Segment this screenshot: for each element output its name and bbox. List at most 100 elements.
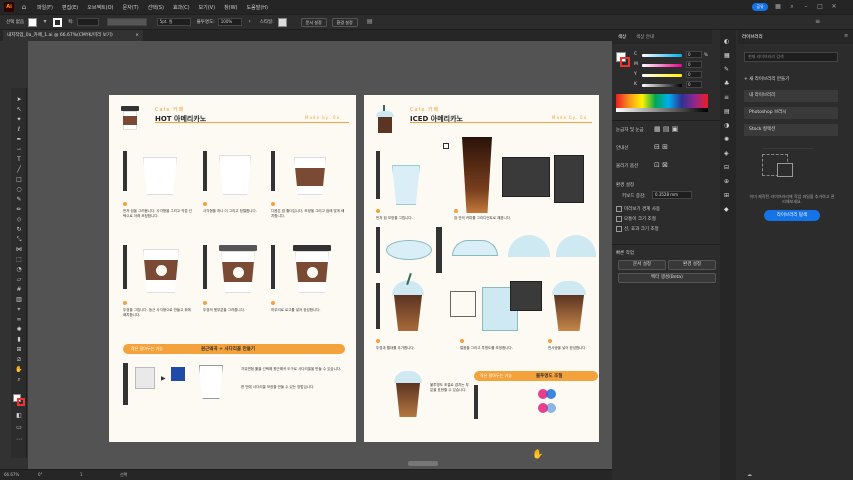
new-library-link[interactable]: + 새 라이브러리 만들기: [744, 76, 789, 82]
preferences-button[interactable]: 환경 설정: [668, 260, 716, 270]
channel-c-slider[interactable]: [642, 54, 682, 57]
draw-mode-icon[interactable]: ◧: [15, 412, 23, 420]
home-icon[interactable]: ⌂: [19, 2, 29, 12]
lasso-tool-icon[interactable]: ℓ: [15, 126, 23, 134]
menu-object[interactable]: 오브젝트(O): [87, 4, 113, 11]
free-transform-tool-icon[interactable]: ⬚: [15, 256, 23, 264]
perspective-tool-icon[interactable]: ▱: [15, 276, 23, 284]
close-tab-icon[interactable]: ×: [135, 30, 139, 41]
stroke-color-icon[interactable]: [17, 398, 25, 406]
menu-window[interactable]: 창(W): [224, 4, 237, 11]
transform-icon[interactable]: ⊞: [724, 192, 729, 199]
slice-tool-icon[interactable]: ⧄: [15, 356, 23, 364]
scale-tool-icon[interactable]: ⤡: [15, 236, 23, 244]
zoom-tool-icon[interactable]: ⌕: [15, 376, 23, 384]
chevron-right-icon[interactable]: ›: [246, 18, 254, 26]
preferences-button[interactable]: 환경 설정: [331, 17, 358, 27]
workspace-icon[interactable]: ▦: [773, 2, 783, 12]
library-item-stock[interactable]: Stock 컬렉션: [744, 124, 838, 136]
tab-color-guide[interactable]: 색상 안내: [636, 34, 654, 40]
eyedropper-tool-icon[interactable]: ⌖: [15, 306, 23, 314]
stroke-swatch[interactable]: [53, 17, 62, 27]
mesh-tool-icon[interactable]: #: [15, 286, 23, 294]
pencil-tool-icon[interactable]: ✏: [15, 206, 23, 214]
menu-help[interactable]: 도움말(H): [247, 4, 268, 11]
align-icon[interactable]: ⊟: [724, 164, 729, 171]
type-tool-icon[interactable]: T: [15, 156, 23, 164]
minimize-icon[interactable]: –: [801, 2, 811, 12]
menu-edit[interactable]: 편집(E): [62, 4, 78, 11]
menu-file[interactable]: 파일(F): [37, 4, 53, 11]
scale-corners-checkbox[interactable]: [616, 216, 622, 222]
symbols-icon[interactable]: ♣: [724, 80, 729, 87]
doc-setup-button[interactable]: 문서 설정: [300, 17, 327, 27]
gradient-icon[interactable]: ▤: [724, 108, 730, 115]
channel-y-value[interactable]: 0: [686, 71, 702, 78]
close-icon[interactable]: ✕: [829, 2, 839, 12]
gradient-tool-icon[interactable]: ▥: [15, 296, 23, 304]
channel-k-value[interactable]: 0: [686, 81, 702, 88]
rotation-angle[interactable]: 0°: [38, 470, 43, 480]
menu-view[interactable]: 보기(V): [199, 4, 216, 11]
channel-k-slider[interactable]: [642, 84, 682, 87]
keyboard-increment-field[interactable]: 0.3528 mm: [652, 191, 692, 199]
more-tools-icon[interactable]: ⋯: [15, 436, 23, 444]
appearance-icon[interactable]: ✺: [724, 136, 729, 143]
tab-color[interactable]: 색상: [618, 34, 626, 40]
ellipse-tool-icon[interactable]: ○: [15, 186, 23, 194]
arrange-icon[interactable]: ▤: [366, 18, 374, 26]
direct-selection-tool-icon[interactable]: ↖: [15, 106, 23, 114]
selection-tool-icon[interactable]: ➤: [15, 96, 23, 104]
variable-width-field[interactable]: [106, 18, 147, 26]
eraser-tool-icon[interactable]: ◇: [15, 216, 23, 224]
canvas[interactable]: Cafe 카페 HOT 아메리카노 Made by. 0a 먼저 컵을 그려봅니…: [28, 41, 612, 469]
ruler-icons[interactable]: ▦ ▤ ▣: [654, 125, 678, 133]
menu-select[interactable]: 선택(S): [148, 4, 164, 11]
library-search-input[interactable]: 현재 라이브러리 검색: [744, 52, 838, 62]
guide-icons[interactable]: ⊟ ⊞: [654, 143, 668, 151]
pen-tool-icon[interactable]: ✒: [15, 136, 23, 144]
scale-strokes-checkbox[interactable]: [616, 226, 622, 232]
magic-wand-tool-icon[interactable]: ✦: [15, 116, 23, 124]
doc-setup-button[interactable]: 문서 설정: [618, 260, 666, 270]
artboard-iced[interactable]: Cafe 카페 ICED 아메리카노 Made by. 0a 먼저 컵 모양을 …: [364, 95, 599, 442]
horizontal-scrollbar[interactable]: [408, 461, 438, 466]
brush-field[interactable]: 5pt. 원: [156, 18, 191, 26]
explore-library-button[interactable]: 라이브러리 탐색: [764, 210, 820, 221]
generate-vector-button[interactable]: 벡터 생성(Beta): [618, 273, 716, 283]
paintbrush-tool-icon[interactable]: ✎: [15, 196, 23, 204]
search-icon[interactable]: ⌕: [787, 2, 797, 12]
graph-tool-icon[interactable]: ▮: [15, 336, 23, 344]
channel-y-slider[interactable]: [642, 74, 682, 77]
symbol-sprayer-tool-icon[interactable]: ✺: [15, 326, 23, 334]
chevron-down-icon[interactable]: ▾: [41, 18, 49, 26]
hand-tool-icon[interactable]: ✋: [15, 366, 23, 374]
pathfinder-icon[interactable]: ⊕: [724, 178, 729, 185]
library-item-brushes[interactable]: Photoshop 브러시: [744, 107, 838, 119]
preview-bounds-checkbox[interactable]: [616, 206, 622, 212]
artboard-number[interactable]: 1: [80, 470, 83, 480]
swatches-icon[interactable]: ▦: [724, 52, 730, 59]
graphic-styles-icon[interactable]: ◈: [724, 150, 729, 157]
panel-menu-icon[interactable]: ≡: [844, 33, 848, 39]
library-item-my[interactable]: 내 라이브러리: [744, 90, 838, 102]
grayscale-ramp[interactable]: [616, 108, 708, 112]
brushes-icon[interactable]: ✎: [724, 66, 729, 73]
screen-mode-icon[interactable]: ▭: [15, 424, 23, 432]
color-spectrum[interactable]: [616, 94, 708, 108]
style-swatch[interactable]: [277, 17, 287, 27]
cloud-icon[interactable]: ☁: [747, 472, 752, 478]
line-tool-icon[interactable]: ╱: [15, 166, 23, 174]
shape-builder-tool-icon[interactable]: ◔: [15, 266, 23, 274]
fill-swatch[interactable]: [28, 17, 37, 27]
channel-m-value[interactable]: 0: [686, 61, 702, 68]
rotate-tool-icon[interactable]: ↻: [15, 226, 23, 234]
document-tab[interactable]: 내지작업_0a_카페_1.ai @ 66.67%(CMYK/미리 보기) ×: [3, 30, 143, 41]
blend-tool-icon[interactable]: ∞: [15, 316, 23, 324]
transparency-icon[interactable]: ◑: [724, 122, 729, 129]
zoom-level[interactable]: 66.67%: [4, 470, 19, 480]
color-panel-icon[interactable]: ◐: [724, 38, 729, 45]
channel-c-value[interactable]: 0: [686, 51, 702, 58]
snap-icons[interactable]: ⊡ ⊠: [654, 161, 668, 169]
panel-menu-icon[interactable]: ≡: [814, 18, 822, 26]
